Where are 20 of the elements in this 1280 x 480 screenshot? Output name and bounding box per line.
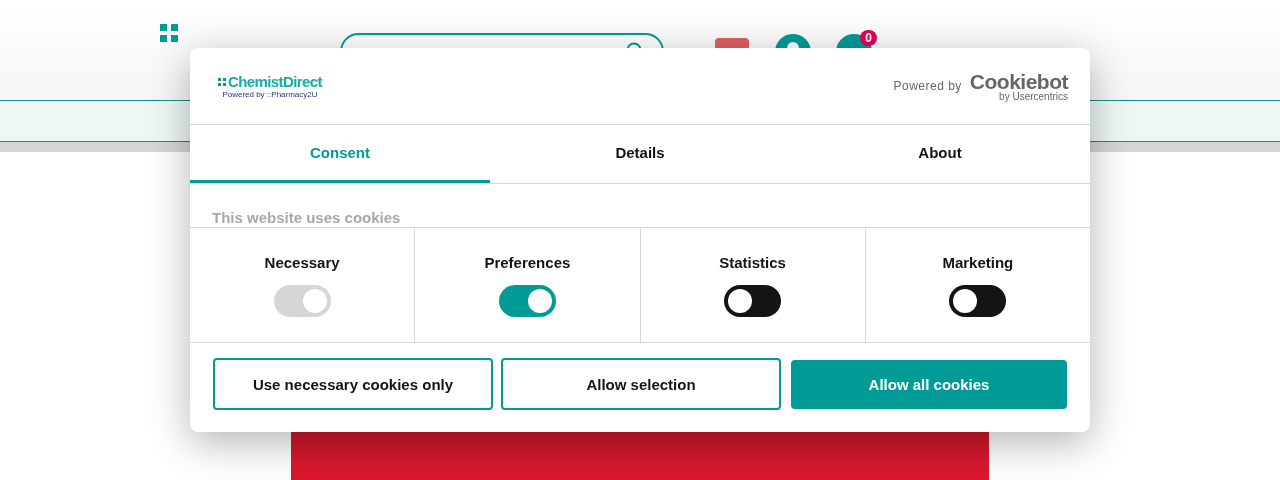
brand-logo: ChemistDirect (228, 73, 322, 90)
tab[interactable]: Details (490, 125, 790, 183)
toggle-switch[interactable] (949, 285, 1007, 317)
logo-dots-icon (160, 24, 180, 44)
tab[interactable]: About (790, 125, 1090, 183)
cart-count-badge: 0 (860, 30, 877, 46)
consent-button[interactable]: Use necessary cookies only (213, 358, 493, 410)
brand-tagline: Powered by ::Pharmacy2U (222, 90, 318, 99)
dialog-heading: This website uses cookies (212, 209, 401, 226)
provider-logo[interactable]: Cookiebot (969, 70, 1068, 92)
toggle-switch[interactable] (498, 285, 556, 317)
logo-dots-icon (218, 77, 226, 86)
provider-tagline: by Usercentrics (999, 91, 1068, 102)
category-label: Marketing (942, 254, 1014, 271)
toggle-switch[interactable] (724, 285, 782, 317)
category-label: Statistics (719, 254, 786, 271)
powered-by-label: Powered by (893, 79, 962, 93)
category-label: Necessary (264, 254, 340, 271)
category-label: Preferences (484, 254, 571, 271)
consent-button[interactable]: Allow selection (501, 358, 781, 410)
